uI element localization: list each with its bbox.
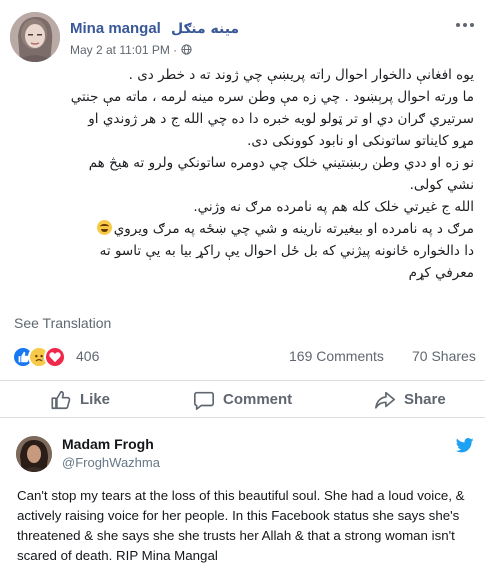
post-timestamp[interactable]: May 2 at 11:01 PM (70, 43, 170, 57)
post-line: دا دالخواره ځانونه پیژني که بل ځل احوال … (99, 243, 474, 259)
post-line: نشي کولی. (409, 177, 474, 193)
share-label: Share (404, 391, 446, 408)
post-line: نو زه او ددي وطن ربښتیني خلک چي دومره سا… (88, 155, 474, 171)
avatar-photo-icon (16, 436, 52, 472)
post-line: مرګ د په نامرده او بیغیرته نارینه و شي چ… (113, 221, 474, 237)
comment-label: Comment (223, 391, 293, 408)
tweet-card: Madam Frogh @FroghWazhma Can't stop my t… (0, 424, 485, 565)
share-arrow-icon (375, 391, 395, 409)
post-line: مړو کایناتو ساتونکی او نابود کوونکی دی. (247, 133, 474, 149)
reaction-count[interactable]: 406 (76, 348, 99, 364)
tweet-author-name[interactable]: Madam Frogh (62, 436, 154, 452)
post-line: الله ج غیرتي خلک کله هم په نامرده مرګ نه… (193, 199, 474, 215)
comment-icon (194, 391, 214, 410)
author-name-native[interactable]: مینه منګل (171, 21, 239, 37)
post-line: معرفي کړم (408, 265, 474, 281)
author-name-row: Mina mangal مینه منګل (70, 20, 239, 37)
tweet-text: Can't stop my tears at the loss of this … (17, 488, 465, 563)
thumbs-up-icon (51, 390, 71, 410)
author-avatar[interactable] (10, 12, 60, 62)
globe-icon[interactable] (180, 44, 192, 55)
tweet-author-handle[interactable]: @FroghWazhma (62, 455, 160, 470)
post-line: یوه افغانې دالخوار احوال راته پریښې چي ژ… (128, 67, 474, 83)
laughing-emoji-icon (96, 220, 112, 235)
comments-count[interactable]: 169 Comments (289, 348, 384, 364)
see-translation-link[interactable]: See Translation (14, 315, 111, 331)
tweet-author-avatar[interactable] (16, 436, 52, 472)
reactions-bar: 406 169 Comments 70 Shares (12, 345, 476, 369)
author-name[interactable]: Mina mangal (70, 20, 161, 37)
avatar-photo-icon (10, 12, 60, 62)
facebook-post: Mina mangal مینه منګل May 2 at 11:01 PM … (0, 0, 485, 418)
like-label: Like (80, 391, 111, 408)
love-reaction-icon (44, 346, 66, 368)
post-body: یوه افغانې دالخوار احوال راته پریښې چي ژ… (10, 64, 474, 284)
more-dots-icon[interactable] (455, 12, 475, 33)
post-header: Mina mangal مینه منګل May 2 at 11:01 PM … (10, 12, 475, 62)
post-meta: May 2 at 11:01 PM · (70, 43, 192, 57)
post-line: سرتیري ګران دي او تر ټولو لویه خبره دا د… (88, 111, 474, 127)
post-line-with-emoji: مرګ د په نامرده او بیغیرته نارینه و شي چ… (10, 218, 474, 240)
action-bar: Like Comment Share (0, 380, 485, 418)
meta-separator: · (169, 43, 181, 57)
shares-count[interactable]: 70 Shares (412, 348, 476, 364)
twitter-bird-icon[interactable] (455, 438, 474, 458)
post-line: ما ورته احوال پرېښود . چي زه مې وطن سره … (70, 89, 474, 105)
